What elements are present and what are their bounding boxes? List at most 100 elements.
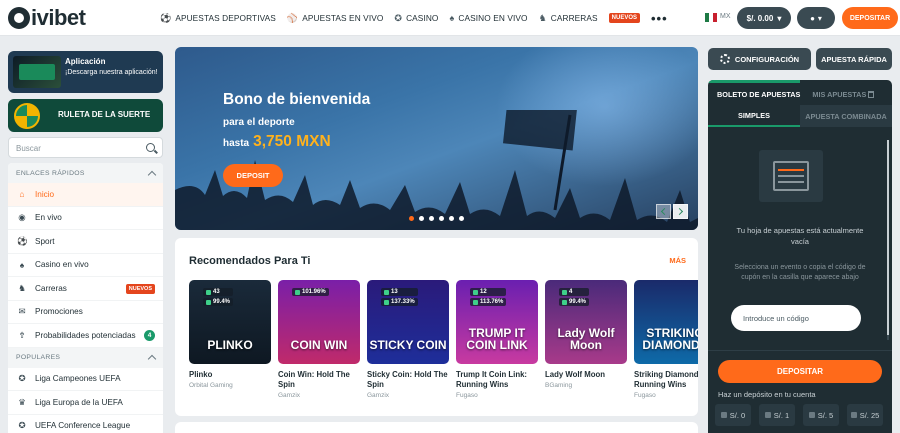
coupon-input[interactable] <box>743 311 853 325</box>
game-card[interactable]: 12 113.76% TRUMP IT COIN LINK Trump It Coin… <box>456 280 538 399</box>
pager-dot[interactable] <box>459 216 464 221</box>
rtp-chip: 113.76% <box>470 298 507 306</box>
nav-item-2[interactable]: ✪ CASINO <box>394 13 438 24</box>
recommended-section: Recomendados Para Ti MÁS 43 99.4% PLINKO Pl… <box>175 238 698 416</box>
game-card[interactable]: 4 99.4% Lady Wolf Moon Lady Wolf Moon BGamin… <box>545 280 627 399</box>
search-input[interactable] <box>16 141 136 155</box>
arrow-right-icon[interactable] <box>673 204 688 219</box>
game-card[interactable]: 101.96% COIN WIN Coin Win: Hold The Spin Ga… <box>278 280 360 399</box>
main-nav: ⚽ APUESTAS DEPORTIVAS ⚾ APUESTAS EN VIVO ✪ CA… <box>160 0 668 36</box>
quick-amount-button[interactable]: S/. 0 <box>715 404 751 426</box>
quick-links-header[interactable]: ENLACES RÁPIDOS <box>8 163 163 183</box>
game-card[interactable]: 43 99.4% PLINKO Plinko Orbital Gaming <box>189 280 271 399</box>
popular-item-0[interactable]: ✪ Liga Campeones UEFA <box>8 368 163 391</box>
sidebar-item-6[interactable]: ⇮ Probabilidades potenciadas 4 <box>8 324 163 348</box>
tab-simple[interactable]: SIMPLES <box>708 105 800 127</box>
stat-chip: 101.96% <box>292 288 329 296</box>
banner-deposit-button[interactable]: DEPOSIT <box>223 164 283 187</box>
coupon-field <box>731 305 861 331</box>
settings-button[interactable]: CONFIGURACIÓN <box>708 48 811 70</box>
more-menu-icon[interactable]: ••• <box>651 11 668 26</box>
lucky-roulette-card[interactable]: RULETA DE LA SUERTE <box>8 99 163 132</box>
game-thumbnail[interactable]: 12 113.76% TRUMP IT COIN LINK <box>456 280 538 364</box>
pager-dot[interactable] <box>449 216 454 221</box>
mexico-flag-icon[interactable] <box>705 13 717 22</box>
logo-text: ivibet <box>31 5 86 30</box>
game-name[interactable]: Coin Win: Hold The Spin <box>278 370 360 390</box>
sidebar-item-3[interactable]: ♠ Casino en vivo <box>8 254 163 277</box>
pager-dot[interactable] <box>429 216 434 221</box>
user-menu-button[interactable]: ● ▾ <box>797 7 835 29</box>
trash-icon[interactable] <box>868 90 875 98</box>
game-name[interactable]: Plinko <box>189 370 271 380</box>
game-thumbnail[interactable]: 101.96% COIN WIN <box>278 280 360 364</box>
sidebar-item-1[interactable]: ◉ En vivo <box>8 207 163 230</box>
user-icon: ● <box>810 13 815 23</box>
pager-dot[interactable] <box>439 216 444 221</box>
pager-dot[interactable] <box>419 216 424 221</box>
deposit-button[interactable]: DEPOSITAR <box>842 7 898 29</box>
sidebar-item-0[interactable]: ⌂ Inicio <box>8 183 163 207</box>
sidebar-item-5[interactable]: ✉ Promociones <box>8 301 163 324</box>
pager-dot[interactable] <box>409 216 414 221</box>
more-link[interactable]: MÁS <box>669 256 686 265</box>
popular-item-1[interactable]: ♛ Liga Europa de la UEFA <box>8 391 163 415</box>
tab-my-bets[interactable]: MIS APUESTAS <box>800 90 875 99</box>
game-thumbnail[interactable]: 4 99.4% Lady Wolf Moon <box>545 280 627 364</box>
game-thumbnail[interactable]: STRIKING DIAMONDS <box>634 280 698 364</box>
balance-button[interactable]: $/. 0.00 ▾ <box>737 7 791 29</box>
game-name[interactable]: Sticky Coin: Hold The Spin <box>367 370 449 390</box>
quick-amount-button[interactable]: S/. 5 <box>803 404 839 426</box>
quick-amount-button[interactable]: S/. 1 <box>759 404 795 426</box>
coin-icon <box>850 412 857 418</box>
game-stats: 13 137.33% <box>381 288 418 306</box>
game-provider: BGaming <box>545 382 573 389</box>
sidebar-item-label: Promociones <box>35 307 83 317</box>
tab-bet-slip[interactable]: BOLETO DE APUESTAS <box>708 90 800 99</box>
sidebar-item-label: Sport <box>35 236 55 246</box>
nav-item-1[interactable]: ⚾ APUESTAS EN VIVO <box>287 13 384 24</box>
game-name[interactable]: Lady Wolf Moon <box>545 370 627 380</box>
horse-icon: ♞ <box>538 12 547 23</box>
sidebar-item-label: Carreras <box>35 283 67 293</box>
game-stats: 12 113.76% <box>470 288 507 306</box>
promo-banner[interactable]: Bono de bienvenida para el deporte hasta… <box>175 47 698 230</box>
stat-value: 13 <box>391 289 398 295</box>
game-name[interactable]: Striking Diamonds: Running Wins <box>634 370 698 390</box>
nav-item-0[interactable]: ⚽ APUESTAS DEPORTIVAS <box>160 13 276 24</box>
sidebar-item-2[interactable]: ⚽ Sport <box>8 230 163 254</box>
stat-value: 4 <box>569 289 573 295</box>
top-header: ivibet ⚽ APUESTAS DEPORTIVAS ⚾ APUESTAS EN … <box>0 0 900 36</box>
game-thumbnail[interactable]: 43 99.4% PLINKO <box>189 280 271 364</box>
game-provider: Fugaso <box>456 392 478 399</box>
empty-slip-title: Tu hoja de apuestas está actualmente vac… <box>736 226 864 246</box>
nav-item-3[interactable]: ♠ CASINO EN VIVO <box>450 13 528 23</box>
slip-scrollbar[interactable] <box>887 140 889 340</box>
nav-item-4[interactable]: ♞ CARRERAS <box>539 13 598 24</box>
game-card[interactable]: STRIKING DIAMONDS Striking Diamonds: Runn… <box>634 280 698 399</box>
divider <box>708 350 892 351</box>
app-download-card[interactable]: Aplicación ¡Descarga nuestra aplicación! <box>8 51 163 93</box>
coin-icon <box>720 412 727 418</box>
sidebar-item-label: En vivo <box>35 213 62 223</box>
locale-label[interactable]: MX <box>720 13 731 20</box>
quick-links-title: ENLACES RÁPIDOS <box>16 169 85 177</box>
quick-amount-label: S/. 5 <box>817 410 834 420</box>
game-card[interactable]: 13 137.33% STICKY COIN Sticky Coin: Hold Th… <box>367 280 449 399</box>
stat-icon <box>206 299 211 305</box>
quick-amount-button[interactable]: S/. 25 <box>847 404 883 426</box>
banner-pagination <box>409 216 464 221</box>
arrow-left-icon[interactable] <box>656 204 671 219</box>
game-thumbnail[interactable]: 13 137.33% STICKY COIN <box>367 280 449 364</box>
tab-combo[interactable]: APUESTA COMBINADA <box>800 105 892 127</box>
popular-item-2[interactable]: ✪ UEFA Conference League <box>8 415 163 433</box>
slip-deposit-button[interactable]: DEPOSITAR <box>718 360 882 383</box>
stat-value: 12 <box>480 289 487 295</box>
sidebar-item-4[interactable]: ♞ Carreras NUEVOS <box>8 277 163 301</box>
stat-icon <box>473 289 478 295</box>
game-name[interactable]: Trump It Coin Link: Running Wins <box>456 370 538 390</box>
quick-bet-button[interactable]: APUESTA RÁPIDA <box>816 48 892 70</box>
popular-header[interactable]: POPULARES <box>8 347 163 368</box>
logo[interactable]: ivibet <box>8 5 86 31</box>
search-icon[interactable] <box>146 143 155 152</box>
